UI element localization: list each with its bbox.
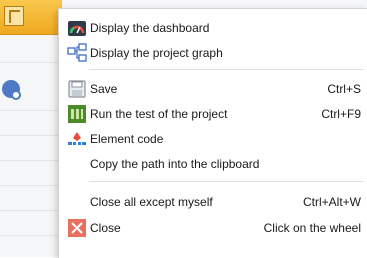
project-icon <box>4 6 24 26</box>
divider <box>0 235 60 236</box>
menu-item-shortcut: Ctrl+S <box>327 82 361 96</box>
divider <box>0 185 60 186</box>
element-code-icon <box>67 129 87 149</box>
menu-item-close-all-except[interactable]: Close all except myself Ctrl+Alt+W <box>59 190 367 214</box>
menu-item-display-dashboard[interactable]: Display the dashboard <box>59 16 367 40</box>
context-menu: Display the dashboard Display the projec… <box>58 8 367 258</box>
menu-separator <box>89 181 364 182</box>
menu-item-label: Display the dashboard <box>90 21 210 35</box>
run-test-icon <box>67 104 87 124</box>
menu-separator <box>89 69 364 70</box>
menu-item-display-project-graph[interactable]: Display the project graph <box>59 41 367 65</box>
menu-item-save[interactable]: Save Ctrl+S <box>59 77 367 101</box>
menu-item-label: Save <box>90 82 118 96</box>
menu-item-label: Run the test of the project <box>90 107 228 121</box>
menu-item-label: Copy the path into the clipboard <box>90 157 260 171</box>
menu-item-label: Display the project graph <box>90 46 223 60</box>
menu-item-label: Element code <box>90 132 164 146</box>
menu-item-shortcut: Click on the wheel <box>263 221 361 235</box>
menu-item-run-test[interactable]: Run the test of the project Ctrl+F9 <box>59 102 367 126</box>
menu-item-label: Close all except myself <box>90 195 213 209</box>
menu-item-copy-path[interactable]: Copy the path into the clipboard <box>59 152 367 176</box>
explorer-icon[interactable] <box>2 80 21 100</box>
divider <box>0 160 60 161</box>
menu-item-shortcut: Ctrl+F9 <box>321 107 361 121</box>
menu-item-close[interactable]: Close Click on the wheel <box>59 216 367 240</box>
divider <box>0 135 60 136</box>
save-icon <box>67 79 87 99</box>
menu-item-label: Close <box>90 221 121 235</box>
menu-item-element-code[interactable]: Element code <box>59 127 367 151</box>
project-graph-icon <box>67 43 87 63</box>
divider <box>0 210 60 211</box>
divider <box>0 110 60 111</box>
speedometer-icon <box>67 18 87 38</box>
close-icon <box>67 218 87 238</box>
divider <box>0 62 60 63</box>
project-tab[interactable] <box>0 0 62 35</box>
menu-item-shortcut: Ctrl+Alt+W <box>302 195 361 209</box>
